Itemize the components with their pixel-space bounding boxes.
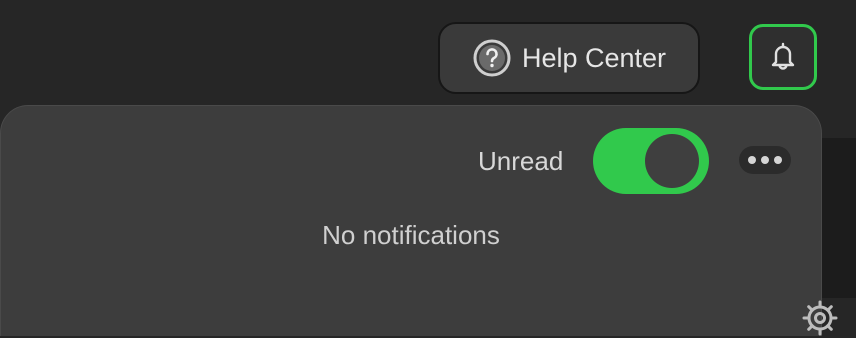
help-center-label: Help Center xyxy=(521,42,667,73)
help-center-button[interactable]: Help Center xyxy=(438,22,700,94)
more-dot xyxy=(774,156,782,164)
more-dot xyxy=(761,156,769,164)
notifications-button[interactable] xyxy=(749,24,817,90)
background-content xyxy=(818,138,856,298)
more-options-button[interactable] xyxy=(739,146,791,174)
bell-icon xyxy=(771,42,795,70)
gear-icon[interactable] xyxy=(800,298,840,338)
more-dot xyxy=(748,156,756,164)
toggle-knob xyxy=(645,134,699,188)
notifications-panel: Unread No notifications xyxy=(0,105,822,336)
unread-filter-label: Unread xyxy=(478,146,564,176)
question-circle-icon xyxy=(473,39,511,77)
empty-notifications-message: No notifications xyxy=(322,220,500,250)
unread-toggle[interactable] xyxy=(593,128,709,194)
